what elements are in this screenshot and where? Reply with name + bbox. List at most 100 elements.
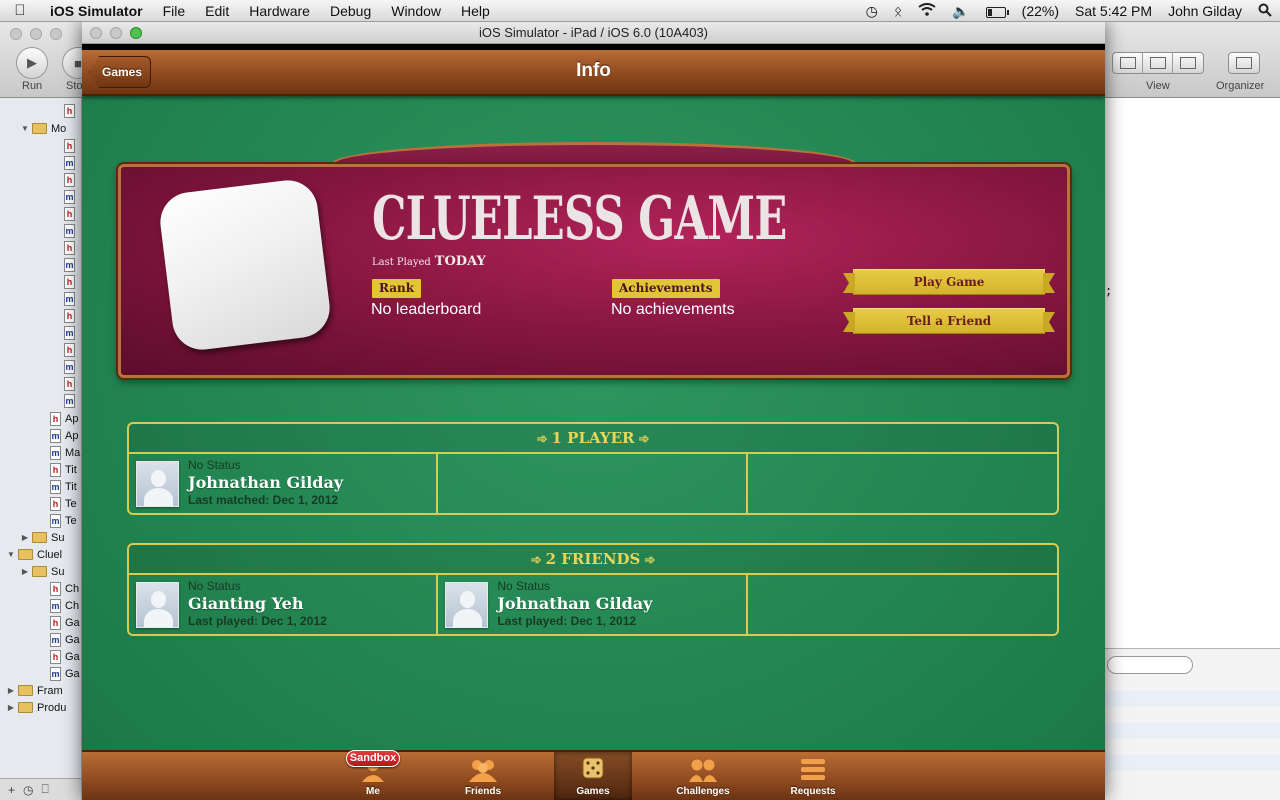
navigator-file[interactable]: h Ch <box>0 580 81 597</box>
menu-extras: ◷ ᛟ 🔈 (22%) Sat 5:42 PM John Gilday <box>858 0 1280 22</box>
navigator-group[interactable]: ▶ Su <box>0 563 81 580</box>
navigator-file[interactable]: h <box>0 102 81 119</box>
xcode-minimize-button[interactable] <box>30 28 42 40</box>
player-cell[interactable]: No Status Johnathan Gilday Last matched:… <box>129 454 439 513</box>
navigator-file[interactable]: h <box>0 375 81 392</box>
run-button[interactable]: ▶ <box>16 47 48 79</box>
volume-icon[interactable]: 🔈 <box>944 3 977 20</box>
sim-minimize-button[interactable] <box>110 27 122 39</box>
friends-heading: ➾ 2 FRIENDS ➾ <box>129 545 1057 575</box>
avatar <box>136 582 179 628</box>
disclosure-triangle-icon[interactable]: ▶ <box>6 686 16 695</box>
disclosure-triangle-icon[interactable]: ▶ <box>6 703 16 712</box>
disclosure-triangle-icon[interactable]: ▼ <box>20 124 30 133</box>
menu-help[interactable]: Help <box>451 3 500 19</box>
folder-icon <box>32 123 47 134</box>
navigator-file[interactable]: m Ga <box>0 631 81 648</box>
navigator-group[interactable]: ▼ Cluel <box>0 546 81 563</box>
wifi-icon[interactable] <box>910 3 944 19</box>
navigator-file[interactable]: h <box>0 205 81 222</box>
play-game-button[interactable]: Play Game <box>853 269 1045 295</box>
friend-cell[interactable]: No Status Gianting Yeh Last played: Dec … <box>129 575 439 634</box>
last-played-value: TODAY <box>434 254 486 269</box>
game-title: CLUELESS GAME <box>372 184 787 254</box>
tab-requests[interactable]: Requests <box>774 752 852 800</box>
debug-filter-field[interactable] <box>1107 656 1193 674</box>
filter-icon[interactable]: ⎕ <box>42 782 49 797</box>
add-icon[interactable]: + <box>8 783 15 797</box>
empty-cell <box>748 575 1057 634</box>
apple-menu-icon[interactable]:  <box>0 2 40 19</box>
navigator-group[interactable]: ▶ Produ <box>0 699 81 716</box>
navigator-file[interactable]: m Tit <box>0 478 81 495</box>
friend-cell[interactable]: No Status Johnathan Gilday Last played: … <box>438 575 748 634</box>
menu-window[interactable]: Window <box>381 3 451 19</box>
clock[interactable]: Sat 5:42 PM <box>1067 3 1160 19</box>
sandbox-badge: Sandbox <box>346 750 400 767</box>
navigator-toggle[interactable] <box>1113 53 1143 73</box>
navigator-file[interactable]: m Ch <box>0 597 81 614</box>
organizer-button[interactable] <box>1228 52 1260 74</box>
navigator-file[interactable]: h <box>0 171 81 188</box>
navigator-file[interactable]: m <box>0 222 81 239</box>
navigator-file[interactable]: h <box>0 341 81 358</box>
navigator-file[interactable]: m <box>0 392 81 409</box>
navigator-item-label: Mo <box>51 122 67 135</box>
ornament-left-icon: ➾ <box>530 553 542 568</box>
navigator-group[interactable]: ▼ Mo <box>0 120 81 137</box>
xcode-zoom-button[interactable] <box>50 28 62 40</box>
user-menu[interactable]: John Gilday <box>1160 3 1250 19</box>
navigator-file[interactable]: h Tit <box>0 461 81 478</box>
navigator-file[interactable]: h Ap <box>0 410 81 427</box>
sim-close-button[interactable] <box>90 27 102 39</box>
navigator-file[interactable]: m <box>0 256 81 273</box>
battery-icon[interactable] <box>978 3 1014 19</box>
navigator-file[interactable]: h Ga <box>0 648 81 665</box>
navigator-file[interactable]: h Te <box>0 495 81 512</box>
navigator-file[interactable]: m <box>0 290 81 307</box>
navigator-file[interactable]: h <box>0 137 81 154</box>
navigator-file[interactable]: m Ga <box>0 665 81 682</box>
disclosure-triangle-icon[interactable]: ▶ <box>20 533 30 542</box>
time-machine-icon[interactable]: ◷ <box>858 3 886 20</box>
navigator-file[interactable]: h <box>0 239 81 256</box>
navigator-file[interactable]: m Te <box>0 512 81 529</box>
disclosure-triangle-icon[interactable]: ▶ <box>20 567 30 576</box>
tab-challenges[interactable]: Challenges <box>664 752 742 800</box>
navigator-file[interactable]: m Ma <box>0 444 81 461</box>
navigator-file[interactable]: m <box>0 188 81 205</box>
menu-app[interactable]: iOS Simulator <box>40 3 153 19</box>
tab-games[interactable]: Games <box>554 752 632 800</box>
debug-toggle[interactable] <box>1143 53 1173 73</box>
menu-edit[interactable]: Edit <box>195 3 239 19</box>
tell-a-friend-button[interactable]: Tell a Friend <box>853 308 1045 334</box>
header-file-icon: h <box>50 496 61 511</box>
utilities-toggle[interactable] <box>1173 53 1203 73</box>
disclosure-triangle-icon[interactable]: ▼ <box>6 550 16 559</box>
sim-zoom-button[interactable] <box>130 27 142 39</box>
view-segmented-control[interactable] <box>1112 52 1204 74</box>
navigator-group[interactable]: ▶ Fram <box>0 682 81 699</box>
recent-icon[interactable]: ◷ <box>23 783 33 797</box>
xcode-close-button[interactable] <box>10 28 22 40</box>
menu-debug[interactable]: Debug <box>320 3 381 19</box>
navigator-file[interactable]: m <box>0 358 81 375</box>
menu-hardware[interactable]: Hardware <box>239 3 320 19</box>
navigator-file[interactable]: m <box>0 154 81 171</box>
bluetooth-icon[interactable]: ᛟ <box>886 3 910 19</box>
navigator-file[interactable]: h <box>0 273 81 290</box>
navigator-file[interactable]: h Ga <box>0 614 81 631</box>
header-file-icon: h <box>50 411 61 426</box>
simulator-title-bar[interactable]: iOS Simulator - iPad / iOS 6.0 (10A403) <box>82 22 1105 44</box>
simulator-title: iOS Simulator - iPad / iOS 6.0 (10A403) <box>478 25 709 40</box>
spotlight-icon[interactable] <box>1250 3 1280 20</box>
navigator-item-label: Ga <box>65 667 80 680</box>
navigator-file[interactable]: m <box>0 324 81 341</box>
navigator-file[interactable]: h <box>0 307 81 324</box>
navigator-file[interactable]: m Ap <box>0 427 81 444</box>
players-heading-text: 1 PLAYER <box>551 429 635 447</box>
navigator-group[interactable]: ▶ Su <box>0 529 81 546</box>
tab-friends[interactable]: Friends <box>444 752 522 800</box>
menu-file[interactable]: File <box>153 3 196 19</box>
code-editor[interactable]: ; <box>1105 98 1280 648</box>
